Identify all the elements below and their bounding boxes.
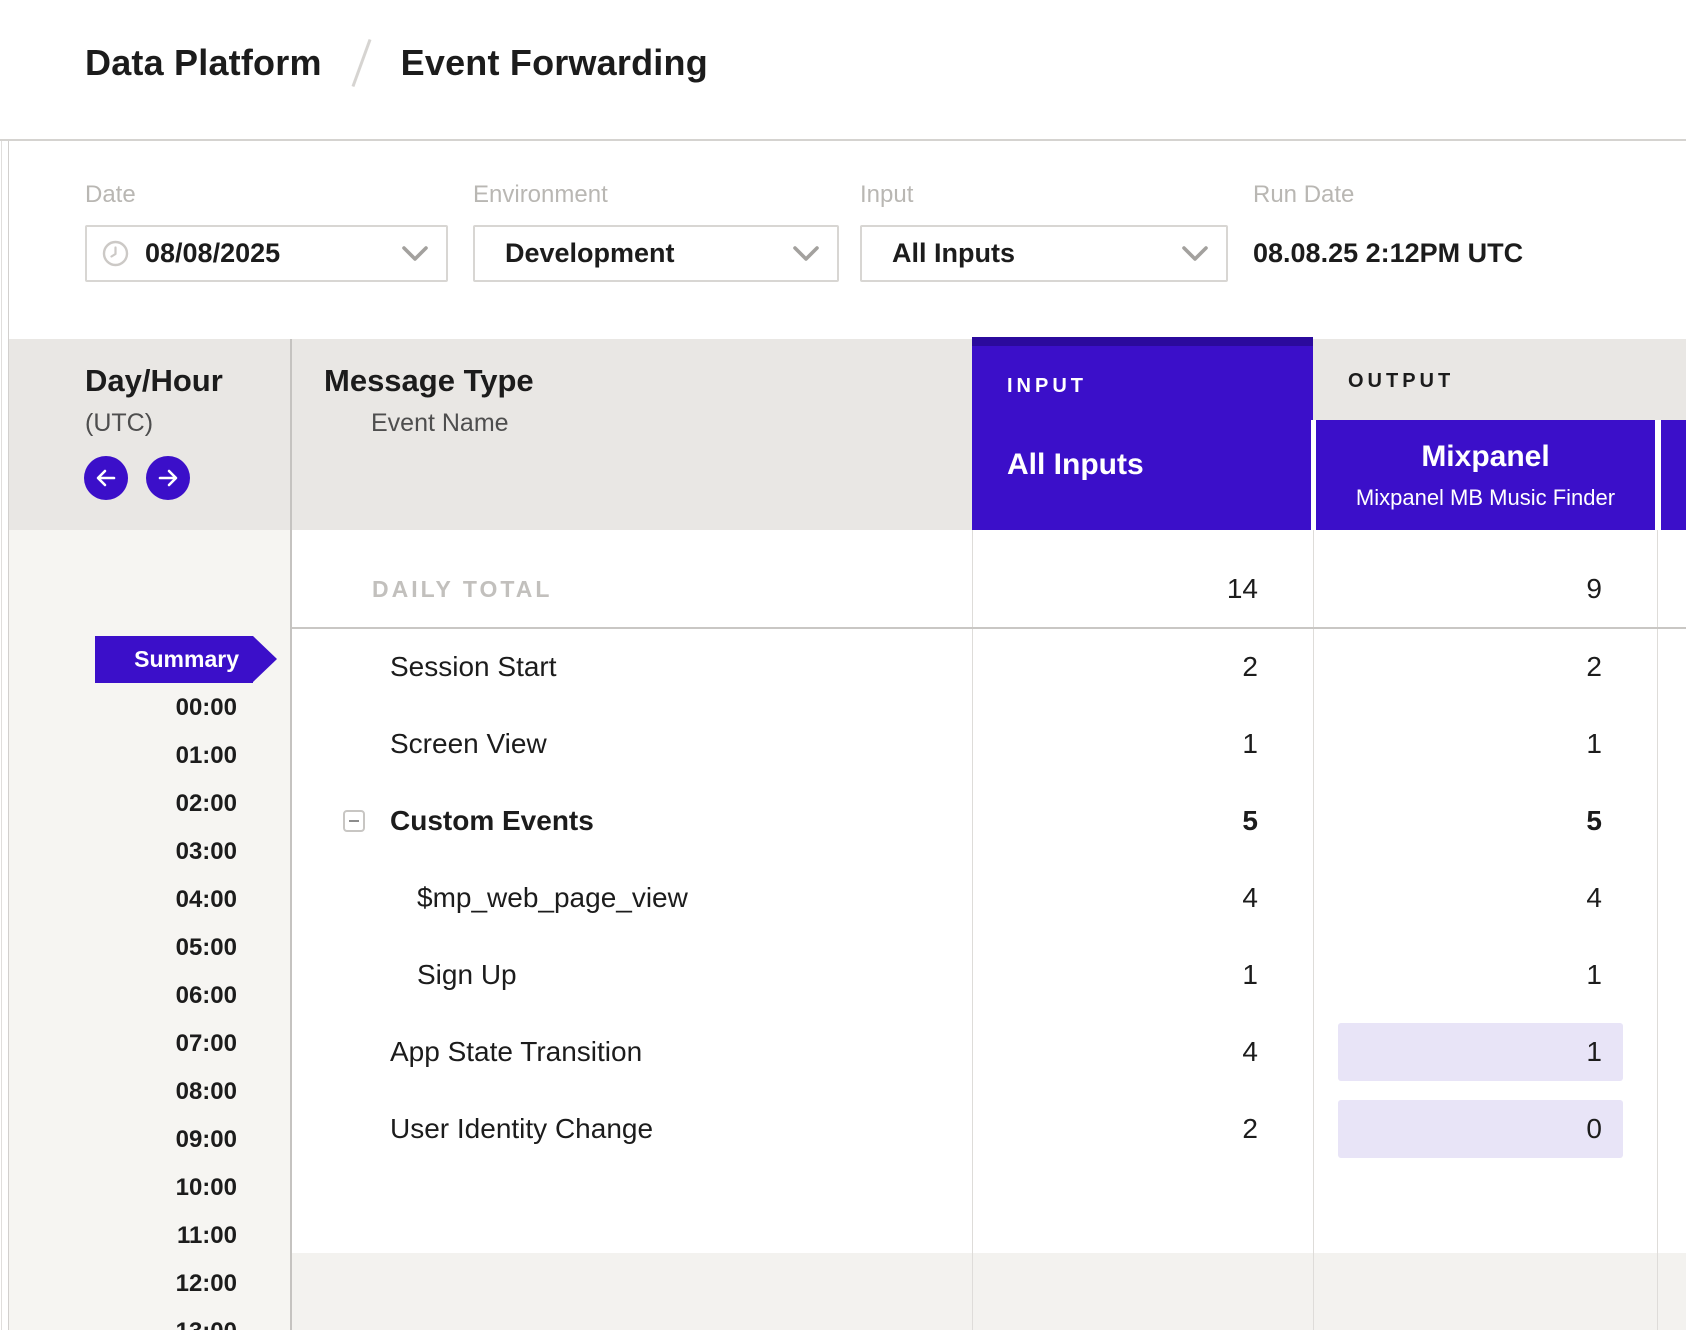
hour-item-1300[interactable]: 13:00 (9, 1308, 237, 1330)
output-count-cell: 1 (1314, 959, 1602, 991)
output-column-partial (1661, 420, 1686, 530)
environment-select[interactable]: Development (473, 225, 839, 282)
day-hour-column-title: Day/Hour (85, 363, 223, 399)
hour-item-0200[interactable]: 02:00 (9, 780, 237, 828)
input-select-value: All Inputs (892, 238, 1015, 269)
event-rows: Session Start 2 2 Screen View 1 1 Custom Event… (290, 628, 1686, 1167)
chevron-down-icon (402, 246, 428, 262)
hour-item-0800[interactable]: 08:00 (9, 1068, 237, 1116)
table-row: Session Start 2 2 (290, 628, 1686, 705)
hour-list: 00:0001:0002:0003:0004:0005:0006:0007:00… (9, 684, 237, 1330)
breadcrumb-item-event-forwarding: Event Forwarding (401, 42, 708, 84)
output-count-cell: 1 (1314, 1036, 1602, 1068)
run-date-label: Run Date (1253, 181, 1354, 209)
event-row-label: Custom Events (390, 805, 594, 837)
input-filter-label: Input (860, 181, 913, 209)
daily-total-input-value: 14 (972, 573, 1258, 605)
table-row: User Identity Change 2 0 (290, 1090, 1686, 1167)
output-count-cell: 0 (1314, 1113, 1602, 1145)
table-row: Screen View 1 1 (290, 705, 1686, 782)
event-row-label: User Identity Change (390, 1113, 653, 1145)
daily-total-output-value: 9 (1314, 573, 1602, 605)
input-count-cell: 4 (972, 882, 1258, 914)
date-select[interactable]: 08/08/2025 (85, 225, 448, 282)
breadcrumb-separator (351, 38, 371, 86)
event-row-label: App State Transition (390, 1036, 642, 1068)
run-date-value: 08.08.25 2:12PM UTC (1253, 225, 1523, 282)
input-count-cell: 1 (972, 728, 1258, 760)
event-row-label: Sign Up (417, 959, 517, 991)
input-count-cell: 2 (972, 1113, 1258, 1145)
message-type-column-subtitle: Event Name (371, 409, 509, 438)
event-row-label: Session Start (390, 651, 557, 683)
table-row: $mp_web_page_view 4 4 (290, 859, 1686, 936)
output-column-header-mixpanel[interactable]: Mixpanel Mixpanel MB Music Finder (1316, 420, 1655, 530)
hour-item-0000[interactable]: 00:00 (9, 684, 237, 732)
input-column-header[interactable]: INPUT All Inputs (972, 337, 1313, 530)
table-footer-band (290, 1253, 1686, 1330)
day-navigation (84, 456, 190, 500)
hour-item-0700[interactable]: 07:00 (9, 1020, 237, 1068)
chevron-down-icon (793, 246, 819, 262)
daily-total-row: DAILY TOTAL 14 9 (290, 530, 1686, 627)
clock-icon (102, 240, 129, 267)
event-row-label: $mp_web_page_view (417, 882, 688, 914)
input-count-cell: 4 (972, 1036, 1258, 1068)
header-gap-1 (1311, 420, 1316, 530)
hour-item-0600[interactable]: 06:00 (9, 972, 237, 1020)
input-count-cell: 2 (972, 651, 1258, 683)
hour-item-1100[interactable]: 11:00 (9, 1212, 237, 1260)
event-row-label: Screen View (390, 728, 547, 760)
output-column-subtitle: Mixpanel MB Music Finder (1316, 485, 1655, 511)
input-column-kicker: INPUT (1007, 375, 1313, 398)
output-count-cell: 2 (1314, 651, 1602, 683)
date-filter-label: Date (85, 181, 136, 209)
output-count-cell: 4 (1314, 882, 1602, 914)
environment-select-value: Development (505, 238, 675, 269)
output-column-name: Mixpanel (1316, 440, 1655, 474)
hour-item-0300[interactable]: 03:00 (9, 828, 237, 876)
input-select[interactable]: All Inputs (860, 225, 1228, 282)
input-count-cell: 1 (972, 959, 1258, 991)
event-forwarding-screen: Data Platform Event Forwarding Date Envi… (0, 0, 1686, 1330)
previous-day-button[interactable] (84, 456, 128, 500)
summary-tab[interactable]: Summary (95, 636, 253, 683)
hour-item-1000[interactable]: 10:00 (9, 1164, 237, 1212)
output-column-kicker: OUTPUT (1348, 370, 1454, 393)
breadcrumb-item-data-platform[interactable]: Data Platform (85, 42, 322, 84)
table-row: Custom Events 5 5 (290, 782, 1686, 859)
daily-total-label: DAILY TOTAL (372, 576, 552, 603)
left-gutter-line-outer (1, 0, 2, 1330)
table-row: App State Transition 4 1 (290, 1013, 1686, 1090)
day-hour-column-subtitle: (UTC) (85, 409, 153, 438)
arrow-right-icon (156, 466, 180, 490)
hour-item-0100[interactable]: 01:00 (9, 732, 237, 780)
hour-item-0900[interactable]: 09:00 (9, 1116, 237, 1164)
header-gap-2 (1655, 420, 1661, 530)
table-row: Sign Up 1 1 (290, 936, 1686, 1013)
breadcrumb: Data Platform Event Forwarding (85, 0, 708, 139)
input-column-name: All Inputs (1007, 448, 1313, 482)
hour-item-1200[interactable]: 12:00 (9, 1260, 237, 1308)
output-count-cell: 1 (1314, 728, 1602, 760)
environment-filter-label: Environment (473, 181, 608, 209)
hour-item-0500[interactable]: 05:00 (9, 924, 237, 972)
arrow-left-icon (94, 466, 118, 490)
date-select-value: 08/08/2025 (145, 238, 280, 269)
chevron-down-icon (1182, 246, 1208, 262)
output-count-cell: 5 (1314, 805, 1602, 837)
collapse-toggle-icon[interactable] (343, 810, 365, 832)
next-day-button[interactable] (146, 456, 190, 500)
hour-item-0400[interactable]: 04:00 (9, 876, 237, 924)
input-count-cell: 5 (972, 805, 1258, 837)
message-type-column-title: Message Type (324, 363, 534, 399)
